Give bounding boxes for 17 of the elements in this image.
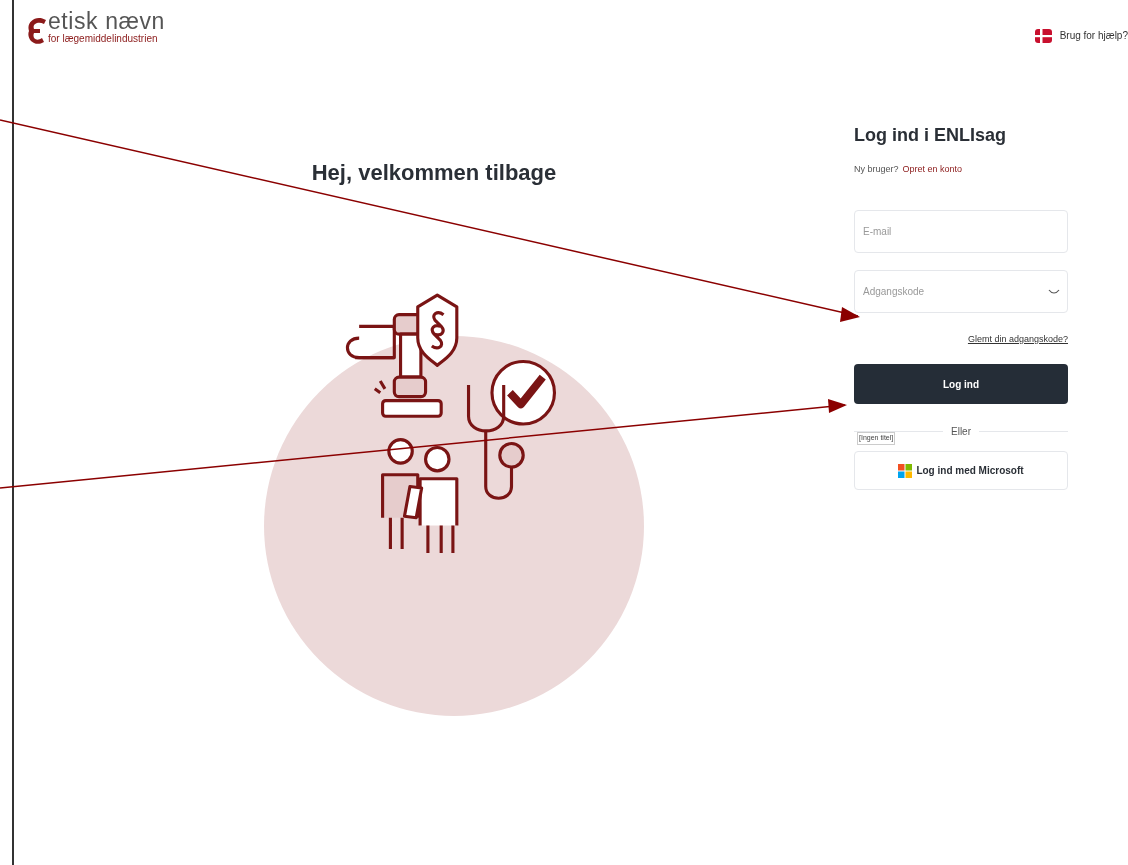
logo-name: etisk nævn	[48, 10, 165, 33]
windows-logo-icon	[898, 463, 913, 478]
login-button[interactable]: Log ind	[854, 364, 1068, 404]
logo-tagline: for lægemiddelindustrien	[48, 34, 159, 44]
forgot-password-link[interactable]: Glemt din adgangskode?	[967, 332, 1068, 346]
logo-icon	[26, 16, 48, 46]
login-title: Log ind i ENLIsag	[854, 124, 1007, 147]
flag-icon[interactable]	[1034, 28, 1052, 43]
new-user-text: Ny bruger?	[854, 163, 899, 176]
divider-label: Eller	[951, 425, 971, 439]
welcome-title: Hej, velkommen tilbage	[311, 159, 557, 187]
help-link[interactable]: Brug for hjælp?	[1059, 28, 1128, 43]
email-field[interactable]: E-mail	[854, 209, 1068, 253]
password-field[interactable]: Adgangskode	[854, 269, 1068, 313]
eye-closed-icon[interactable]	[1048, 288, 1060, 295]
create-account-link[interactable]: Opret en konto	[902, 163, 963, 177]
microsoft-login-button[interactable]: Log ind med Microsoft	[854, 451, 1068, 490]
